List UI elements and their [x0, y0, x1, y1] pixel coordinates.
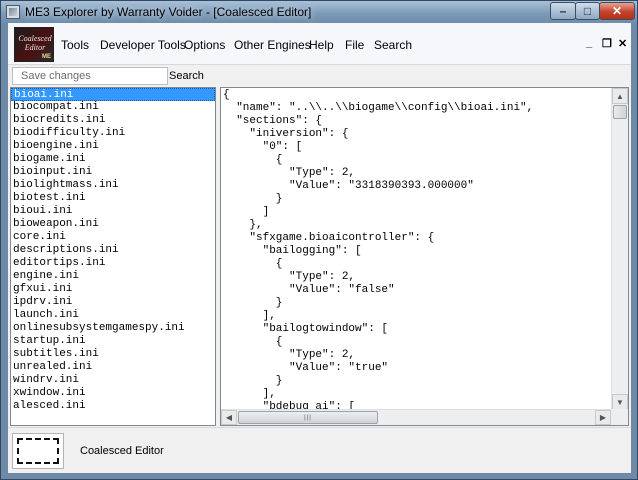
- app-window: ME3 Explorer by Warranty Voider - [Coale…: [0, 0, 638, 480]
- scrollbar-corner: [611, 409, 628, 425]
- json-line: "Type": 2,: [223, 271, 356, 283]
- json-line: "sections": {: [223, 115, 323, 127]
- horizontal-scrollbar[interactable]: ◀ ||| ▶: [221, 409, 612, 425]
- file-list-item[interactable]: engine.ini: [11, 270, 215, 283]
- scroll-left-button[interactable]: ◀: [221, 410, 237, 425]
- json-editor[interactable]: { "name": "..\\..\\biogame\\config\\bioa…: [220, 87, 629, 426]
- scroll-right-button[interactable]: ▶: [595, 410, 611, 425]
- horizontal-scroll-thumb[interactable]: |||: [238, 411, 378, 424]
- logo-text: Coalesced Editor: [18, 34, 52, 52]
- file-list-item[interactable]: biotest.ini: [11, 192, 215, 205]
- window-title: ME3 Explorer by Warranty Voider - [Coale…: [25, 5, 312, 19]
- mdi-close-button[interactable]: ✕: [618, 37, 627, 50]
- json-line: "bailogtowindow": [: [223, 323, 389, 335]
- save-changes-button[interactable]: Save changes: [12, 67, 168, 85]
- file-list-item[interactable]: ipdrv.ini: [11, 296, 215, 309]
- json-line: "sfxgame.bioaicontroller": {: [223, 232, 435, 244]
- file-list-item[interactable]: bioinput.ini: [11, 166, 215, 179]
- file-list-item[interactable]: bioengine.ini: [11, 140, 215, 153]
- json-line: "Value": "3318390393.000000": [223, 180, 474, 192]
- json-line: "0": [: [223, 141, 303, 153]
- toolbar: Save changes Search: [8, 66, 631, 86]
- json-line: }: [223, 297, 283, 309]
- maximize-button[interactable]: □: [575, 2, 600, 20]
- json-line: "name": "..\\..\\biogame\\config\\bioai.…: [223, 102, 534, 114]
- scroll-down-button[interactable]: ▼: [612, 394, 628, 410]
- menu-search[interactable]: Search: [374, 38, 412, 52]
- menu-tools[interactable]: Tools: [61, 38, 89, 52]
- file-list-item[interactable]: onlinesubsystemgamespy.ini: [11, 322, 215, 335]
- json-line: "Value": "false": [223, 284, 395, 296]
- json-line: "Type": 2,: [223, 349, 356, 361]
- client-area: Coalesced Editor ME Tools Developer Tool…: [8, 23, 631, 473]
- json-line: }: [223, 193, 283, 205]
- file-list-item[interactable]: biodifficulty.ini: [11, 127, 215, 140]
- menu-other-engines[interactable]: Other Engines: [234, 38, 311, 52]
- coalesced-editor-logo: Coalesced Editor ME: [14, 27, 54, 62]
- bottom-panel: Coalesced Editor: [8, 427, 631, 473]
- file-list-item[interactable]: biocredits.ini: [11, 114, 215, 127]
- json-line: "Value": "true": [223, 362, 389, 374]
- tool-label: Coalesced Editor: [80, 445, 164, 457]
- minimize-button[interactable]: –: [550, 2, 576, 20]
- file-list-item[interactable]: alesced.ini: [11, 400, 215, 413]
- search-button[interactable]: Search: [169, 70, 204, 82]
- file-list-item[interactable]: biocompat.ini: [11, 101, 215, 114]
- json-line: ],: [223, 388, 276, 400]
- title-bar[interactable]: ME3 Explorer by Warranty Voider - [Coale…: [1, 1, 637, 23]
- file-list-item[interactable]: startup.ini: [11, 335, 215, 348]
- close-button[interactable]: ✕: [599, 2, 635, 20]
- file-list-item[interactable]: core.ini: [11, 231, 215, 244]
- file-list-item[interactable]: subtitles.ini: [11, 348, 215, 361]
- json-line: "iniversion": {: [223, 128, 349, 140]
- file-list-item[interactable]: biolightmass.ini: [11, 179, 215, 192]
- menu-options[interactable]: Options: [184, 38, 225, 52]
- menu-help[interactable]: Help: [309, 38, 334, 52]
- file-list-item[interactable]: bioweapon.ini: [11, 218, 215, 231]
- tool-thumbnail[interactable]: [12, 433, 64, 469]
- json-line: "bailogging": [: [223, 245, 362, 257]
- ini-file-list[interactable]: bioai.ini biocompat.ini biocredits.ini biod…: [10, 87, 216, 426]
- json-line: },: [223, 219, 263, 231]
- file-list-item[interactable]: windrv.ini: [11, 374, 215, 387]
- app-icon: [6, 5, 20, 19]
- mdi-minimize-button[interactable]: _: [586, 37, 592, 49]
- json-line: "Type": 2,: [223, 167, 356, 179]
- file-list-item[interactable]: bioui.ini: [11, 205, 215, 218]
- json-line: ]: [223, 206, 270, 218]
- menu-file[interactable]: File: [345, 38, 364, 52]
- placeholder-image-icon: [17, 438, 59, 464]
- vertical-scroll-thumb[interactable]: [613, 105, 627, 119]
- menu-developer-tools[interactable]: Developer Tools: [100, 38, 186, 52]
- logo-badge: ME: [42, 54, 51, 60]
- vertical-scrollbar[interactable]: ▲ ▼: [611, 88, 628, 410]
- file-list-item[interactable]: bioai.ini: [11, 88, 215, 101]
- json-text[interactable]: { "name": "..\\..\\biogame\\config\\bioa…: [223, 89, 613, 410]
- json-line: {: [223, 336, 283, 348]
- file-list-item[interactable]: editortips.ini: [11, 257, 215, 270]
- json-line: {: [223, 258, 283, 270]
- json-line: }: [223, 375, 283, 387]
- file-list-item[interactable]: gfxui.ini: [11, 283, 215, 296]
- file-list-item[interactable]: xwindow.ini: [11, 387, 215, 400]
- json-line: {: [223, 89, 230, 101]
- json-line: ],: [223, 310, 276, 322]
- scroll-up-button[interactable]: ▲: [612, 88, 628, 104]
- file-list-item[interactable]: launch.ini: [11, 309, 215, 322]
- file-list-item[interactable]: descriptions.ini: [11, 244, 215, 257]
- file-list-item[interactable]: unrealed.ini: [11, 361, 215, 374]
- mdi-restore-button[interactable]: ❐: [602, 37, 612, 50]
- json-line: {: [223, 154, 283, 166]
- menu-bar: Coalesced Editor ME Tools Developer Tool…: [8, 23, 631, 65]
- file-list-item[interactable]: biogame.ini: [11, 153, 215, 166]
